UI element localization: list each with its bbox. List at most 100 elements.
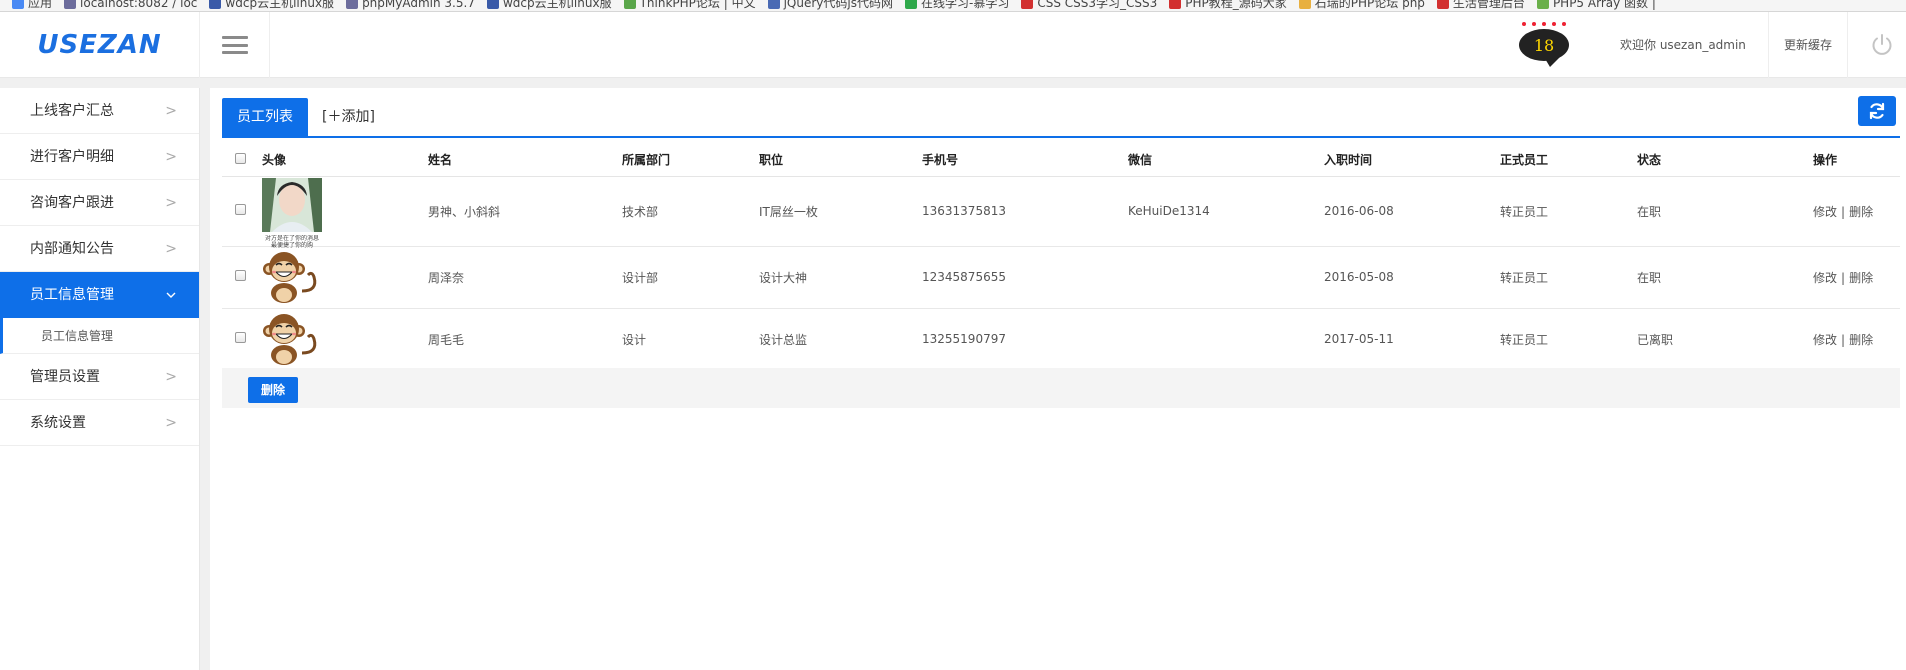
top-header: USEZAN 18 欢迎你 usezan_admin 更新缓存 [0, 12, 1906, 78]
cell-wechat: KeHuiDe1314 [1128, 176, 1324, 247]
table-footer: 删除 [222, 368, 1900, 408]
refresh-cache-button[interactable]: 更新缓存 [1768, 12, 1848, 78]
refresh-button[interactable] [1858, 96, 1896, 126]
table-row: 周泽奈 设计部 设计大神 12345875655 2016-05-08 转正员工… [222, 246, 1900, 309]
column-header-phone: 手机号 [922, 144, 1128, 177]
welcome-text: 欢迎你 usezan_admin [1620, 38, 1746, 52]
menu-toggle-button[interactable] [200, 12, 270, 78]
bookmark-favicon-icon [64, 0, 77, 9]
bookmark-item[interactable]: 生活管理后台 [1436, 0, 1525, 11]
bookmark-item[interactable]: PHP教程_源码大家 [1169, 0, 1287, 11]
monkey-avatar-icon [263, 313, 317, 365]
chevron-right-icon: > [165, 149, 177, 165]
tab-staff-list[interactable]: 员工列表 [222, 98, 308, 136]
sidebar-item-consult-followup[interactable]: 咨询客户跟进 > [0, 180, 199, 226]
avatar-caption: 对方是在了你的消息 [264, 235, 319, 242]
chevron-right-icon: > [165, 195, 177, 211]
bookmark-item[interactable]: phpMyAdmin 3.5.7 [346, 0, 475, 10]
column-header-actions: 操作 [1795, 144, 1900, 177]
edit-link[interactable]: 修改 [1813, 271, 1837, 285]
cell-actions: 修改 | 删除 [1795, 246, 1900, 309]
select-all-checkbox[interactable] [235, 152, 246, 164]
bookmark-label: PHP5 Array 函数 | [1552, 0, 1656, 10]
cell-wechat [1128, 308, 1324, 371]
column-header-name: 姓名 [428, 144, 622, 177]
cell-name: 男神、小斜斜 [428, 176, 622, 247]
sidebar-item-admin-settings[interactable]: 管理员设置 > [0, 354, 199, 400]
bookmark-item[interactable]: jQuery代码js代码网 [767, 0, 893, 11]
power-icon[interactable] [1870, 33, 1894, 57]
cell-status: 在职 [1637, 246, 1795, 309]
chevron-right-icon: > [165, 415, 177, 431]
bookmark-label: localhost:8082 / loc [80, 0, 198, 10]
bookmark-item[interactable]: localhost:8082 / loc [64, 0, 197, 10]
staff-table: 头像 姓名 所属部门 职位 手机号 微信 入职时间 正式员工 状态 操作 对方是… [222, 144, 1900, 371]
cell-position: 设计总监 [759, 308, 922, 371]
bookmark-label: 石瑞的PHP论坛 php [1314, 0, 1425, 10]
row-checkbox[interactable] [235, 204, 246, 215]
column-header-dept: 所属部门 [622, 144, 759, 177]
row-checkbox[interactable] [235, 270, 246, 281]
chevron-right-icon: > [165, 103, 177, 119]
bookmark-item[interactable]: 应用 [12, 0, 52, 11]
cell-actions: 修改 | 删除 [1795, 176, 1900, 247]
bookmark-item[interactable]: wdcp云主机linux服 [486, 0, 612, 11]
column-header-position: 职位 [759, 144, 922, 177]
bookmark-favicon-icon [904, 0, 917, 9]
bookmark-item[interactable]: 石瑞的PHP论坛 php [1298, 0, 1425, 11]
cell-regular: 转正员工 [1500, 246, 1637, 309]
chevron-down-icon [165, 272, 177, 318]
tab-bar: 员工列表 [＋添加] [222, 98, 1900, 138]
cell-name: 周泽奈 [428, 246, 622, 309]
logo[interactable]: USEZAN [0, 12, 200, 78]
main-content: 员工列表 [＋添加] 头像 姓名 所属部门 职位 手机号 微信 入职时间 正式员… [210, 88, 1906, 670]
cell-dept: 技术部 [622, 176, 759, 247]
bookmark-item[interactable]: wdcp云主机linux服 [209, 0, 334, 11]
sidebar-item-staff-management[interactable]: 员工信息管理 [0, 272, 199, 318]
bookmark-item[interactable]: CSS CSS3学习_CSS3 [1021, 0, 1157, 11]
batch-delete-button[interactable]: 删除 [248, 377, 298, 403]
sidebar-item-online-customers[interactable]: 上线客户汇总 > [0, 88, 199, 134]
notification-count: 18 [1533, 35, 1555, 55]
bookmark-favicon-icon [1298, 0, 1311, 9]
row-checkbox[interactable] [235, 332, 246, 343]
delete-link[interactable]: 删除 [1849, 271, 1873, 285]
sidebar-item-label: 进行客户明细 [30, 149, 114, 165]
sidebar-item-internal-notice[interactable]: 内部通知公告 > [0, 226, 199, 272]
bookmark-label: 应用 [28, 0, 53, 10]
tab-add-staff[interactable]: [＋添加] [322, 98, 375, 136]
bookmark-favicon-icon [623, 0, 636, 9]
avatar-photo: 对方是在了你的消息 最便捷了你的购 [262, 178, 322, 249]
delete-link[interactable]: 删除 [1849, 333, 1873, 347]
bookmark-label: wdcp云主机linux服 [502, 0, 612, 10]
cell-dept: 设计 [622, 308, 759, 371]
delete-link[interactable]: 删除 [1849, 205, 1873, 219]
edit-link[interactable]: 修改 [1813, 205, 1837, 219]
avatar-caption: 最便捷了你的购 [270, 242, 313, 249]
refresh-icon [1869, 102, 1885, 120]
cell-phone: 12345875655 [922, 246, 1128, 309]
bookmark-item[interactable]: PHP5 Array 函数 | [1536, 0, 1656, 11]
bookmark-favicon-icon [767, 0, 780, 9]
bookmark-favicon-icon [486, 0, 499, 9]
cell-phone: 13631375813 [922, 176, 1128, 247]
bookmark-item[interactable]: ThinkPHP论坛 | 中文 [623, 0, 756, 11]
notification-button[interactable]: 18 [1516, 22, 1572, 74]
cell-regular: 转正员工 [1500, 308, 1637, 371]
sidebar-item-label: 员工信息管理 [30, 287, 114, 303]
bookmark-item[interactable]: 在线学习-慕学习 [904, 0, 1010, 11]
bookmark-label: wdcp云主机linux服 [225, 0, 335, 10]
bookmark-favicon-icon [1536, 0, 1549, 9]
cell-dept: 设计部 [622, 246, 759, 309]
bookmarks-bar: 应用 localhost:8082 / loc wdcp云主机linux服 phpMy… [0, 0, 1906, 12]
bookmark-label: 在线学习-慕学习 [920, 0, 1010, 10]
cell-position: IT屌丝一枚 [759, 176, 922, 247]
chevron-right-icon: > [165, 369, 177, 385]
bookmark-label: jQuery代码js代码网 [783, 0, 893, 10]
sidebar-item-customer-details[interactable]: 进行客户明细 > [0, 134, 199, 180]
cell-name: 周毛毛 [428, 308, 622, 371]
edit-link[interactable]: 修改 [1813, 333, 1837, 347]
sidebar-subitem-staff-management[interactable]: 员工信息管理 [0, 318, 199, 354]
sidebar-item-system-settings[interactable]: 系统设置 > [0, 400, 199, 446]
bookmark-label: phpMyAdmin 3.5.7 [362, 0, 475, 10]
